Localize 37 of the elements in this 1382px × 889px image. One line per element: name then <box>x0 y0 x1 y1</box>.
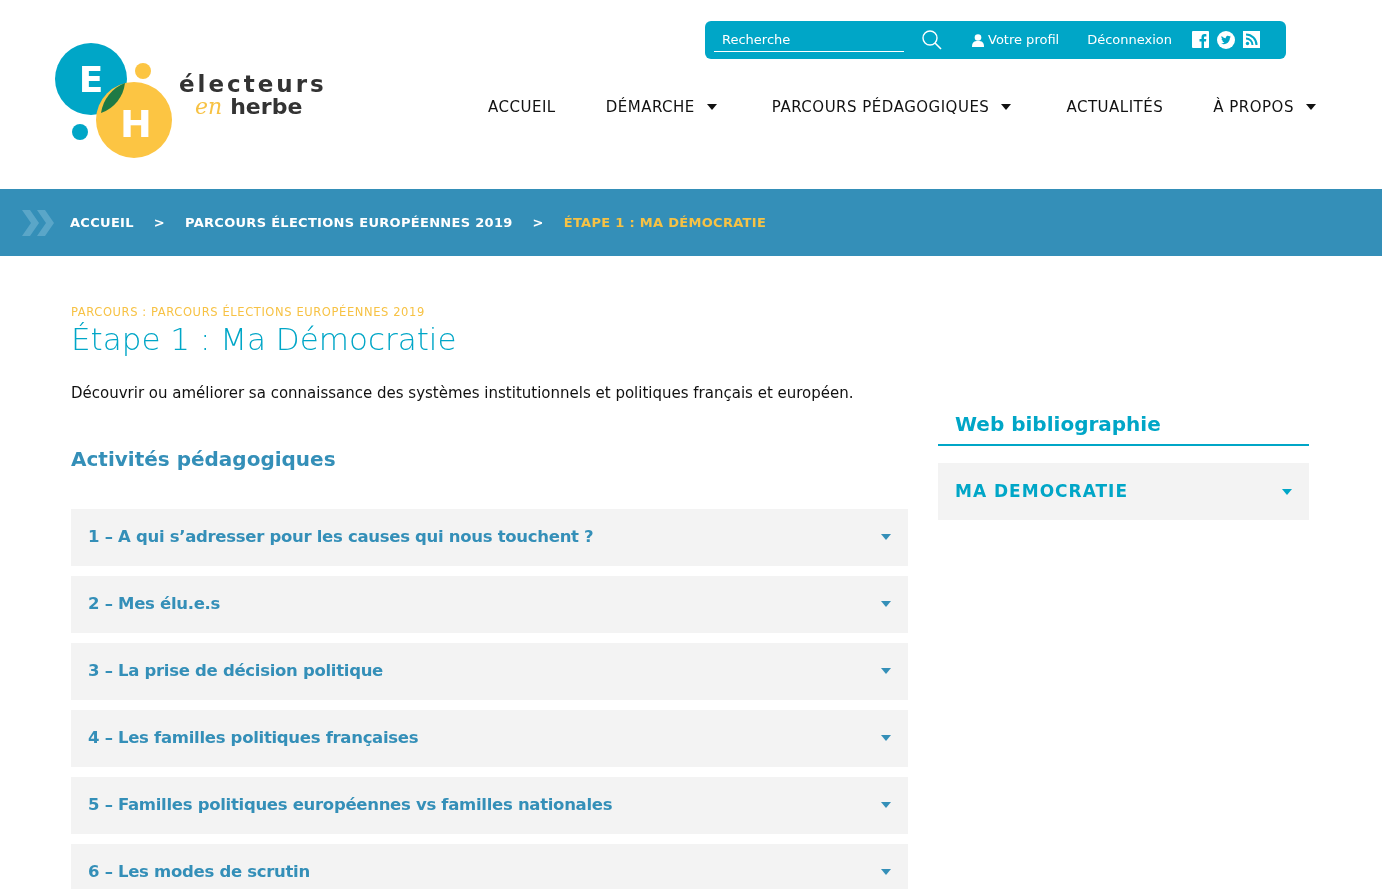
accordion-item[interactable]: 2 – Mes élu.e.s <box>71 575 908 633</box>
logo-text: herbe <box>230 95 303 118</box>
nav-link[interactable]: ACTUALITÉS <box>1066 96 1164 119</box>
search-icon[interactable] <box>922 30 942 50</box>
breadcrumb-separator: > <box>152 213 166 232</box>
accordion-item[interactable]: 3 – La prise de décision politique <box>71 642 908 700</box>
accordion-item[interactable]: 4 – Les familles politiques françaises <box>71 709 908 767</box>
caret-icon <box>1305 104 1316 111</box>
intro-text: Découvrir ou améliorer sa connaissance des systèmes institutionnels et politiques français et européen. <box>71 383 855 405</box>
user-icon <box>972 33 984 47</box>
breadcrumb-current: ÉTAPE 1 : MA DÉMOCRATIE <box>563 213 767 232</box>
accordion-item[interactable]: 5 – Familles politiques européennes vs familles nationales <box>71 776 908 834</box>
breadcrumb-separator: > <box>531 213 545 232</box>
logo-text: en <box>195 95 223 118</box>
nav-link[interactable]: PARCOURS PÉDAGOGIQUES <box>771 96 1012 119</box>
rss-icon[interactable] <box>1243 31 1261 48</box>
caret-icon <box>706 104 717 111</box>
accordion-item[interactable]: 6 – Les modes de scrutin <box>71 843 908 889</box>
page-title: Étape 1 : Ma Démocratie <box>71 321 458 359</box>
nav-link[interactable]: À PROPOS <box>1213 96 1316 119</box>
accordion-item[interactable]: MA DEMOCRATIE <box>938 463 1309 520</box>
accordion-item[interactable]: 1 – A qui s’adresser pour les causes qui nous touchent ? <box>71 508 908 566</box>
logout-link[interactable]: Déconnexion <box>1087 30 1173 50</box>
search-field[interactable]: Recherche <box>714 27 904 53</box>
twitter-icon[interactable] <box>1217 31 1236 49</box>
chevrons-icon <box>20 209 56 236</box>
logo-text: électeurs <box>179 72 327 96</box>
section-title: Activités pédagogiques <box>71 446 337 471</box>
breadcrumb-link[interactable]: ACCUEIL <box>70 212 134 233</box>
breadcrumb-link[interactable]: PARCOURS ÉLECTIONS EUROPÉENNES 2019 <box>185 212 513 233</box>
profile-link[interactable]: Votre profil <box>972 30 1060 50</box>
page-kicker: PARCOURS : PARCOURS ÉLECTIONS EUROPÉENNES 2019 <box>71 304 426 321</box>
sidebar-title: Web bibliographie <box>938 412 1309 446</box>
facebook-icon[interactable] <box>1192 31 1210 48</box>
nav-link[interactable]: ACCUEIL <box>488 96 556 119</box>
nav-link[interactable]: DÉMARCHE <box>605 96 717 119</box>
caret-icon <box>1001 104 1012 111</box>
